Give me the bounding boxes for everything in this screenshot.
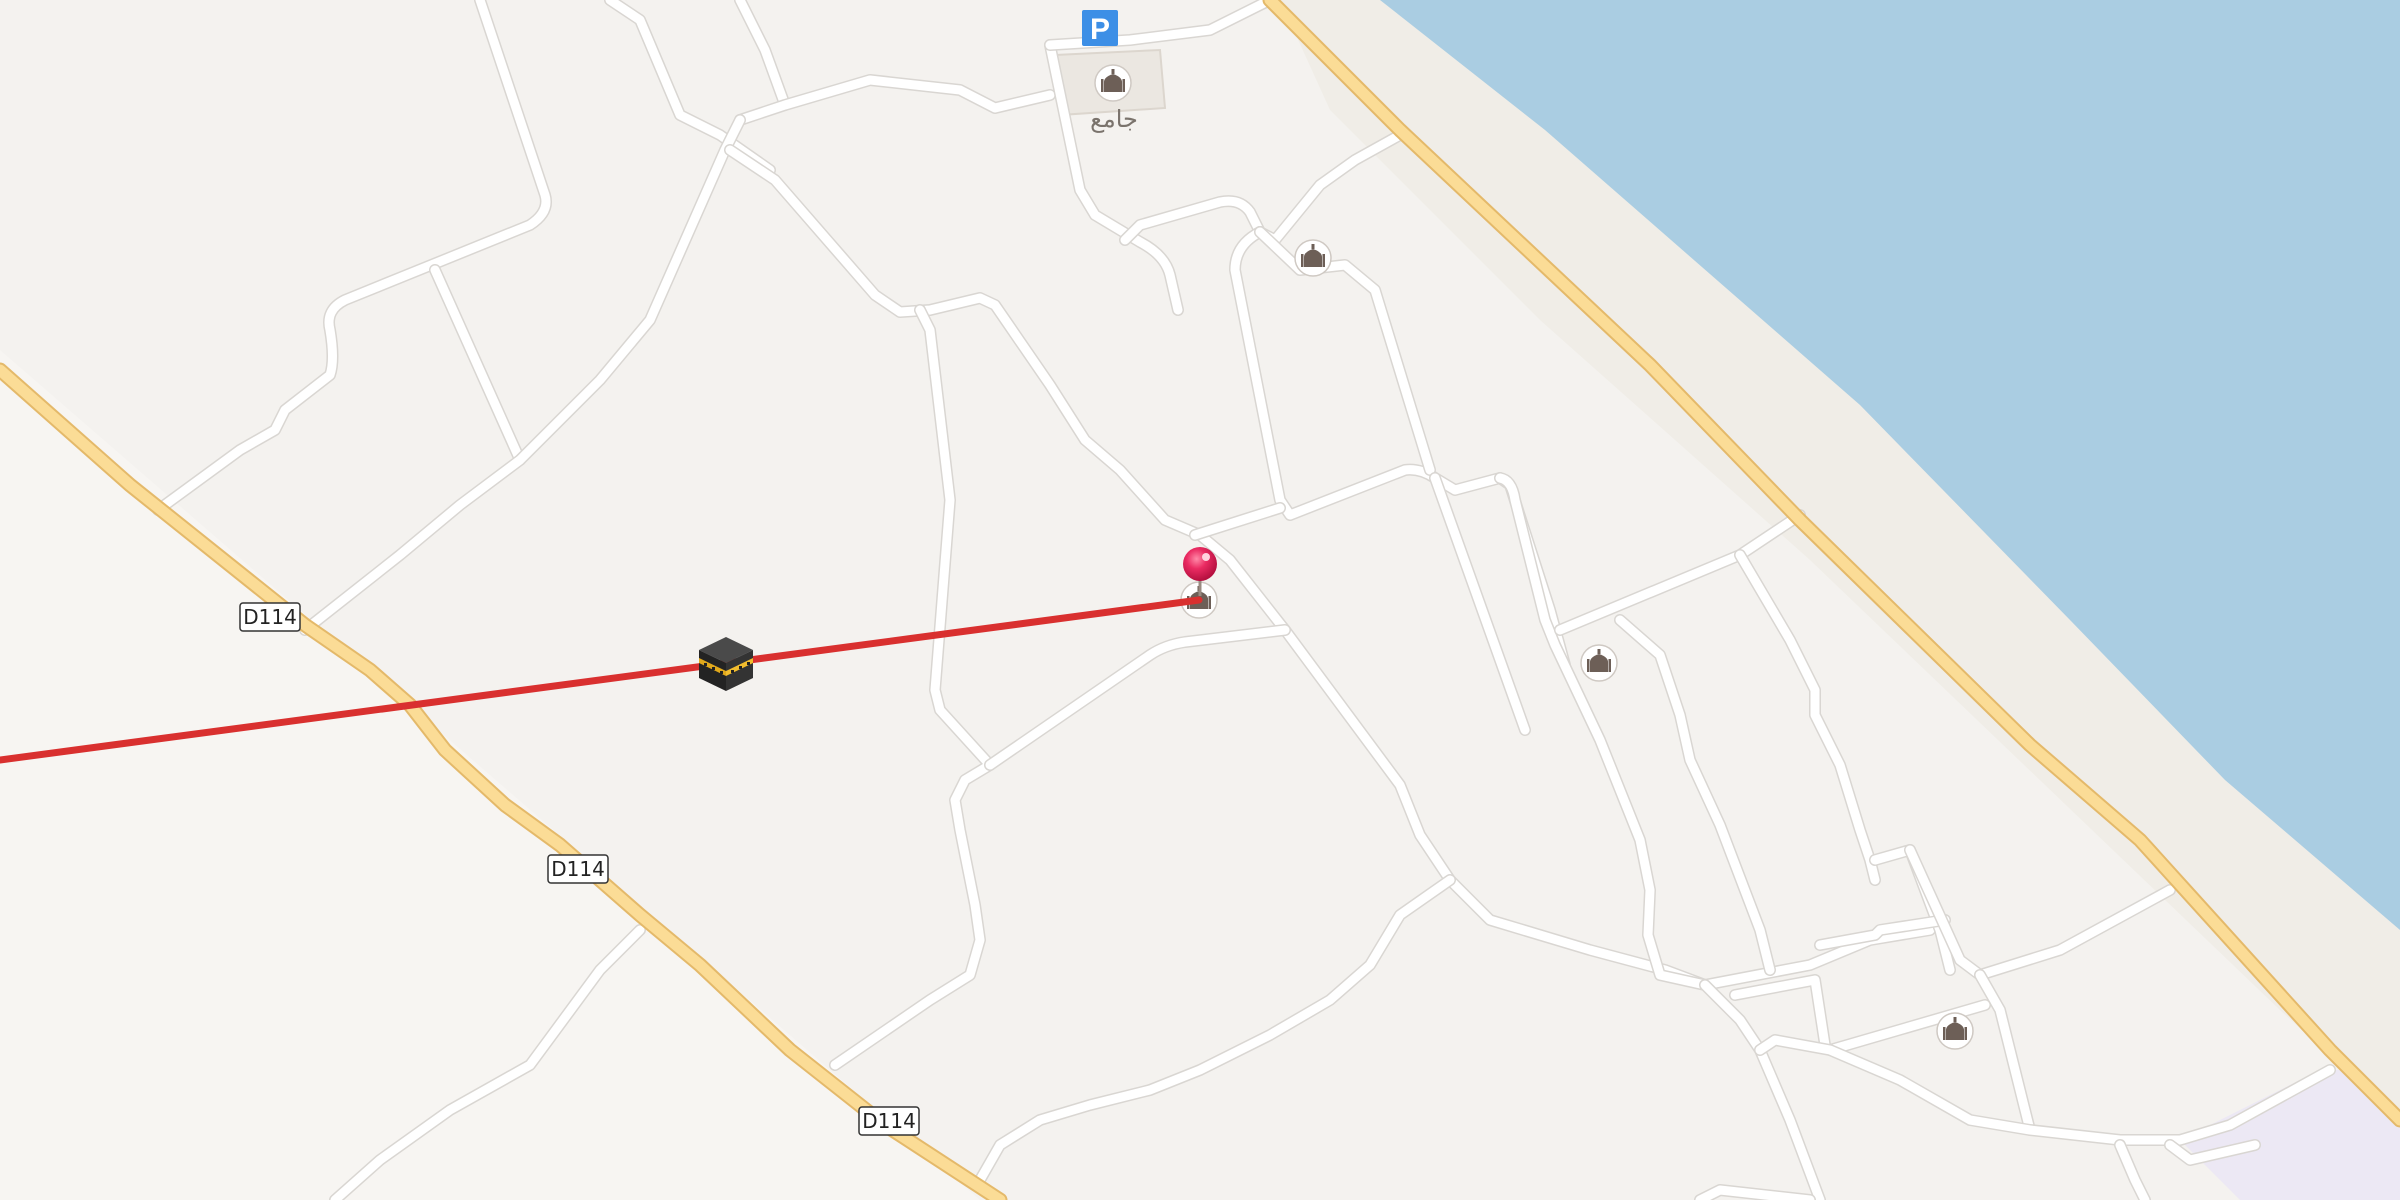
- parking-label: P: [1090, 13, 1110, 46]
- road-shield-label: D114: [862, 1109, 916, 1133]
- mosque-icon[interactable]: [1936, 1012, 1974, 1050]
- road-shield-label: D114: [243, 605, 297, 629]
- road-shield: D114: [239, 602, 301, 632]
- mosque-icon[interactable]: [1094, 64, 1132, 102]
- mosque-icon[interactable]: [1580, 644, 1618, 682]
- map-canvas[interactable]: D114 D114 D114 P جامع: [0, 0, 2400, 1200]
- mosque-label: جامع: [1090, 105, 1138, 133]
- parking-icon[interactable]: P: [1082, 10, 1118, 46]
- road-shield-label: D114: [551, 857, 605, 881]
- road-shield: D114: [858, 1106, 920, 1136]
- mosque-icon[interactable]: [1294, 239, 1332, 277]
- road-shield: D114: [547, 854, 609, 884]
